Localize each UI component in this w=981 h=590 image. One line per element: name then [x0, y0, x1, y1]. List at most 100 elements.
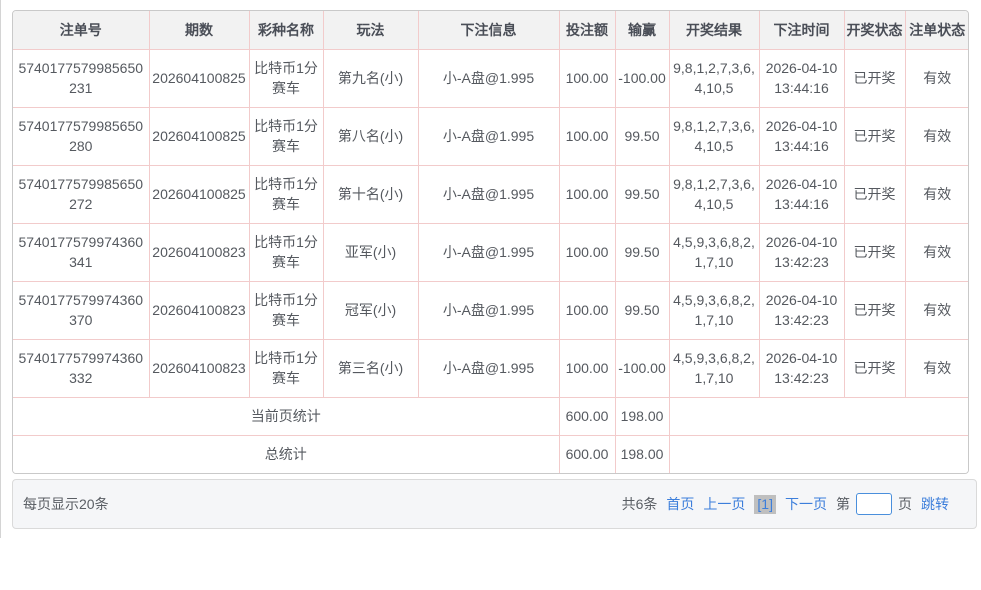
cell-result: 4,5,9,3,6,8,2,1,7,10: [669, 281, 759, 339]
cell-order-no: 5740177579985650272: [13, 165, 149, 223]
column-header-bet-time: 下注时间: [759, 11, 844, 49]
cell-draw-status: 已开奖: [844, 49, 905, 107]
cell-amount: 100.00: [559, 281, 615, 339]
total-summary-amount: 600.00: [559, 435, 615, 473]
total-summary-row: 总统计 600.00 198.00: [13, 435, 969, 473]
cell-period: 202604100823: [149, 281, 249, 339]
table-header-row: 注单号 期数 彩种名称 玩法 下注信息 投注额 输赢 开奖结果 下注时间 开奖状…: [13, 11, 969, 49]
cell-lottery: 比特币1分赛车: [249, 223, 323, 281]
per-page-label: 每页显示20条: [23, 494, 109, 514]
cell-period: 202604100825: [149, 165, 249, 223]
column-header-lottery: 彩种名称: [249, 11, 323, 49]
jump-suffix-label: 页: [898, 494, 912, 514]
cell-amount: 100.00: [559, 49, 615, 107]
total-summary-win-loss: 198.00: [615, 435, 669, 473]
cell-win-loss: -100.00: [615, 339, 669, 397]
column-header-period: 期数: [149, 11, 249, 49]
column-header-order-status: 注单状态: [905, 11, 969, 49]
cell-draw-status: 已开奖: [844, 165, 905, 223]
pager-controls: 共6条 首页 上一页 [1] 下一页 第 页 跳转: [622, 493, 949, 515]
cell-order-no: 5740177579985650231: [13, 49, 149, 107]
cell-lottery: 比特币1分赛车: [249, 165, 323, 223]
jump-button[interactable]: 跳转: [921, 494, 949, 514]
table-row: 5740177579974360341 202604100823 比特币1分赛车…: [13, 223, 969, 281]
cell-draw-status: 已开奖: [844, 223, 905, 281]
cell-play: 冠军(小): [323, 281, 418, 339]
cell-play: 第八名(小): [323, 107, 418, 165]
cell-order-status: 有效: [905, 49, 969, 107]
cell-period: 202604100823: [149, 223, 249, 281]
page-jump-group: 第 页: [836, 493, 912, 515]
column-header-play: 玩法: [323, 11, 418, 49]
column-header-win-loss: 输赢: [615, 11, 669, 49]
cell-bet-time: 2026-04-10 13:44:16: [759, 107, 844, 165]
cell-order-no: 5740177579974360341: [13, 223, 149, 281]
cell-result: 9,8,1,2,7,3,6,4,10,5: [669, 165, 759, 223]
column-header-bet-info: 下注信息: [418, 11, 559, 49]
cell-lottery: 比特币1分赛车: [249, 281, 323, 339]
first-page-link[interactable]: 首页: [666, 494, 694, 514]
pagination-bar: 每页显示20条 共6条 首页 上一页 [1] 下一页 第 页 跳转: [12, 479, 977, 529]
jump-prefix-label: 第: [836, 494, 850, 514]
panel-left-divider: [0, 0, 1, 538]
page-jump-input[interactable]: [856, 493, 892, 515]
cell-bet-info: 小-A盘@1.995: [418, 281, 559, 339]
cell-result: 4,5,9,3,6,8,2,1,7,10: [669, 223, 759, 281]
cell-bet-time: 2026-04-10 13:42:23: [759, 339, 844, 397]
cell-order-status: 有效: [905, 107, 969, 165]
page-summary-label: 当前页统计: [13, 397, 559, 435]
cell-win-loss: 99.50: [615, 281, 669, 339]
next-page-link[interactable]: 下一页: [785, 494, 827, 514]
cell-result: 9,8,1,2,7,3,6,4,10,5: [669, 49, 759, 107]
cell-order-no: 5740177579974360370: [13, 281, 149, 339]
table-row: 5740177579985650280 202604100825 比特币1分赛车…: [13, 107, 969, 165]
cell-lottery: 比特币1分赛车: [249, 107, 323, 165]
bet-records-table-container: 注单号 期数 彩种名称 玩法 下注信息 投注额 输赢 开奖结果 下注时间 开奖状…: [12, 10, 969, 474]
cell-bet-info: 小-A盘@1.995: [418, 223, 559, 281]
cell-play: 亚军(小): [323, 223, 418, 281]
page-summary-row: 当前页统计 600.00 198.00: [13, 397, 969, 435]
cell-play: 第十名(小): [323, 165, 418, 223]
column-header-order-no: 注单号: [13, 11, 149, 49]
cell-bet-time: 2026-04-10 13:42:23: [759, 223, 844, 281]
column-header-amount: 投注额: [559, 11, 615, 49]
cell-amount: 100.00: [559, 165, 615, 223]
cell-win-loss: -100.00: [615, 49, 669, 107]
cell-bet-info: 小-A盘@1.995: [418, 165, 559, 223]
cell-bet-time: 2026-04-10 13:44:16: [759, 165, 844, 223]
cell-amount: 100.00: [559, 107, 615, 165]
cell-result: 4,5,9,3,6,8,2,1,7,10: [669, 339, 759, 397]
page-summary-win-loss: 198.00: [615, 397, 669, 435]
cell-win-loss: 99.50: [615, 223, 669, 281]
total-count-label: 共6条: [622, 494, 658, 514]
table-row: 5740177579985650272 202604100825 比特币1分赛车…: [13, 165, 969, 223]
cell-period: 202604100825: [149, 49, 249, 107]
cell-lottery: 比特币1分赛车: [249, 49, 323, 107]
cell-win-loss: 99.50: [615, 107, 669, 165]
column-header-result: 开奖结果: [669, 11, 759, 49]
column-header-draw-status: 开奖状态: [844, 11, 905, 49]
cell-order-status: 有效: [905, 165, 969, 223]
cell-draw-status: 已开奖: [844, 281, 905, 339]
cell-lottery: 比特币1分赛车: [249, 339, 323, 397]
cell-play: 第三名(小): [323, 339, 418, 397]
cell-amount: 100.00: [559, 223, 615, 281]
cell-draw-status: 已开奖: [844, 339, 905, 397]
cell-result: 9,8,1,2,7,3,6,4,10,5: [669, 107, 759, 165]
cell-bet-info: 小-A盘@1.995: [418, 107, 559, 165]
page-summary-empty: [669, 397, 969, 435]
table-row: 5740177579985650231 202604100825 比特币1分赛车…: [13, 49, 969, 107]
cell-bet-info: 小-A盘@1.995: [418, 339, 559, 397]
cell-play: 第九名(小): [323, 49, 418, 107]
table-row: 5740177579974360370 202604100823 比特币1分赛车…: [13, 281, 969, 339]
cell-bet-info: 小-A盘@1.995: [418, 49, 559, 107]
page-summary-amount: 600.00: [559, 397, 615, 435]
cell-order-status: 有效: [905, 223, 969, 281]
cell-order-status: 有效: [905, 339, 969, 397]
current-page-badge: [1]: [754, 495, 776, 514]
cell-order-no: 5740177579985650280: [13, 107, 149, 165]
cell-period: 202604100823: [149, 339, 249, 397]
cell-order-no: 5740177579974360332: [13, 339, 149, 397]
cell-order-status: 有效: [905, 281, 969, 339]
prev-page-link[interactable]: 上一页: [703, 494, 745, 514]
